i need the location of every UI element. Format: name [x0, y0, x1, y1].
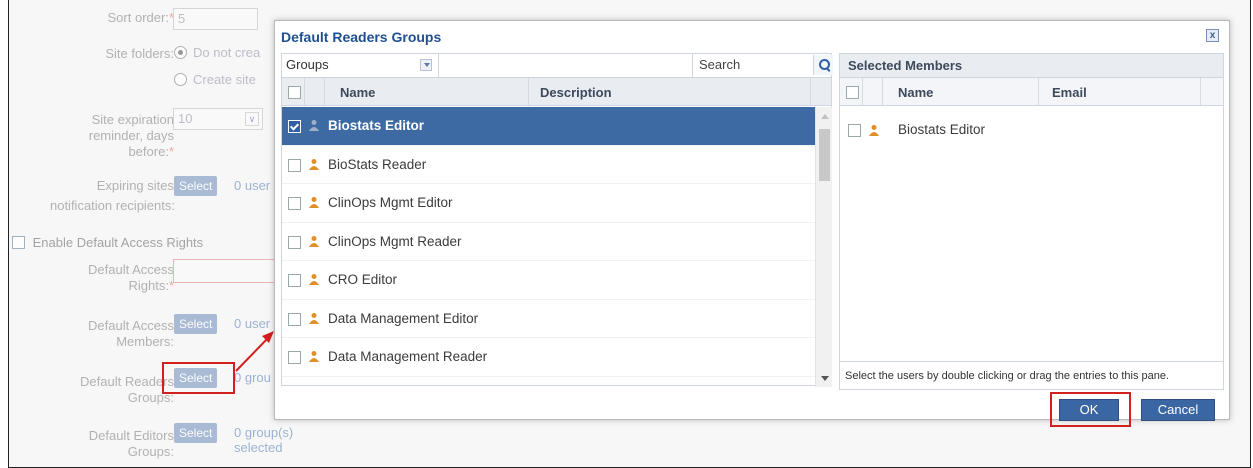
type-combo[interactable]: Groups	[282, 54, 439, 77]
list-item-partial[interactable]	[282, 377, 815, 388]
column-name[interactable]: Name	[340, 85, 375, 100]
checkbox-icon[interactable]	[288, 274, 301, 287]
default-editors-select-button[interactable]: Select	[174, 423, 218, 443]
column-name[interactable]: Name	[898, 85, 933, 100]
group-icon	[309, 197, 319, 208]
search-input[interactable]: Search	[692, 54, 833, 77]
group-icon	[309, 235, 319, 247]
callout-arrow-icon	[235, 331, 274, 372]
list-item[interactable]: CRO Editor	[282, 261, 815, 300]
dialog-title: Default Readers Groups	[281, 29, 442, 45]
scroll-up-icon[interactable]	[821, 114, 829, 119]
checkbox-checked-icon[interactable]	[288, 120, 301, 133]
cancel-button[interactable]: Cancel	[1141, 399, 1215, 421]
group-icon	[309, 274, 319, 285]
chevron-down-icon[interactable]	[420, 59, 432, 71]
default-editors-link[interactable]: 0 group(s) selected	[234, 425, 298, 455]
search-icon[interactable]	[813, 55, 833, 75]
list-item[interactable]: BioStats Reader	[282, 146, 815, 184]
groups-list: Biostats Editor BioStats Reader ClinOps …	[282, 107, 815, 387]
checkbox-icon[interactable]	[288, 197, 301, 210]
default-editors-label: Default Editors Groups:	[88, 428, 174, 459]
selected-members-hint: Select the users by double clicking or d…	[840, 361, 1223, 389]
scroll-down-icon[interactable]	[821, 376, 829, 381]
close-icon[interactable]: x	[1206, 29, 1219, 42]
highlight-box-ok	[1050, 392, 1131, 427]
list-item[interactable]: Biostats Editor	[282, 107, 815, 146]
checkbox-icon[interactable]	[848, 124, 861, 137]
column-description[interactable]: Description	[540, 85, 612, 100]
groups-toolbar: Groups Search	[282, 54, 833, 78]
list-item[interactable]: Data Management Editor	[282, 300, 815, 338]
list-item[interactable]: Data Management Reader	[282, 338, 815, 377]
column-email[interactable]: Email	[1052, 85, 1087, 100]
scroll-thumb[interactable]	[819, 129, 830, 181]
group-icon	[309, 351, 319, 362]
checkbox-icon[interactable]	[288, 312, 301, 326]
group-icon	[309, 120, 319, 131]
select-all-checkbox[interactable]	[288, 86, 301, 99]
group-icon	[869, 125, 879, 136]
groups-table-header: Name Description	[282, 78, 831, 106]
select-all-checkbox[interactable]	[846, 86, 859, 99]
groups-pane: Groups Search Name Description Biostats …	[281, 53, 833, 387]
group-icon	[309, 312, 319, 324]
checkbox-icon[interactable]	[288, 351, 301, 364]
list-item[interactable]: ClinOps Mgmt Reader	[282, 223, 815, 261]
selected-members-pane: Selected Members Name Email Biostats Edi…	[839, 53, 1224, 390]
selected-member-item[interactable]: Biostats Editor	[840, 112, 1223, 146]
list-item[interactable]: ClinOps Mgmt Editor	[282, 184, 815, 223]
groups-scrollbar[interactable]	[815, 107, 832, 387]
group-icon	[309, 158, 319, 170]
checkbox-icon[interactable]	[288, 235, 301, 249]
checkbox-icon[interactable]	[288, 158, 301, 172]
selected-members-header: Name Email	[840, 78, 1223, 106]
default-readers-dialog: Default Readers Groups x Groups Search N…	[274, 20, 1230, 427]
selected-members-title: Selected Members	[840, 54, 1223, 78]
